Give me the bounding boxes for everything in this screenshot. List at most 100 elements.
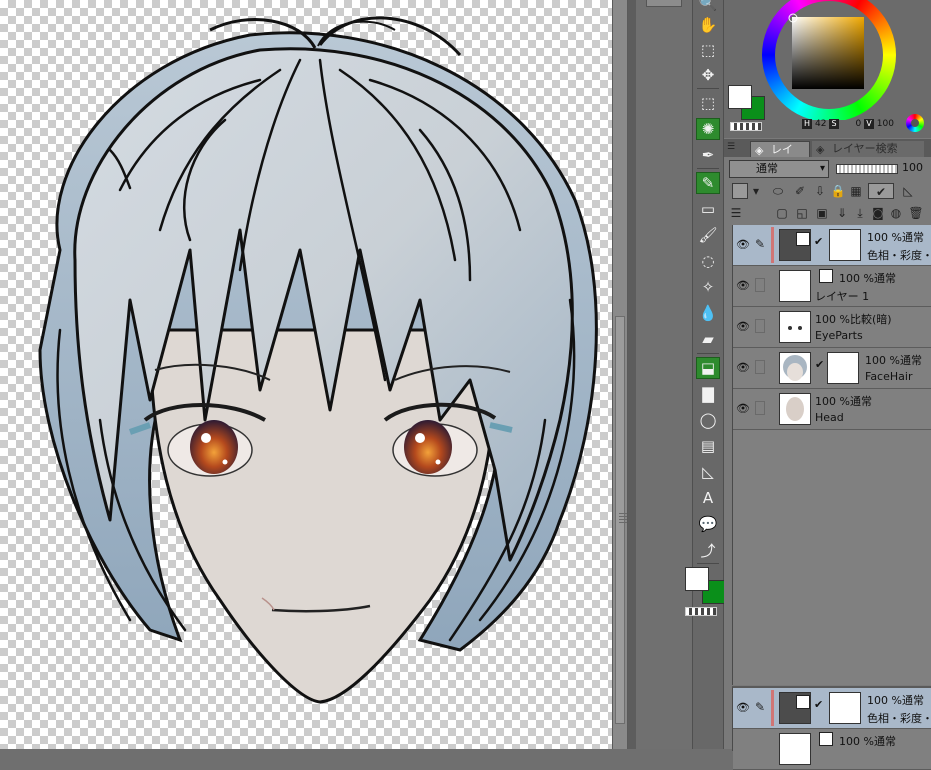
opacity-slider[interactable] (836, 164, 898, 174)
layer-row-hue-saturation-secondary[interactable]: 👁 ✎ ✔ 100 %通常 色相・彩度・明 (733, 688, 931, 729)
apply-mask-icon[interactable]: ◍ (888, 205, 904, 221)
reference-icon[interactable]: ⬭ (770, 183, 786, 199)
new-raster-layer-icon[interactable]: ▢ (774, 205, 790, 221)
eye-icon[interactable]: 👁 (736, 361, 750, 374)
layer-name: EyeParts (815, 329, 863, 342)
layer-name: 色相・彩度・明 (867, 712, 931, 725)
layer-command-row: ☰ ▢ ◱ ▣ ⇓ ⤓ ◙ ◍ 🗑 (724, 202, 931, 224)
v-value[interactable]: 100 (877, 119, 894, 129)
gradient-icon[interactable]: ▇ (696, 383, 720, 405)
color-wheel[interactable] (762, 0, 896, 120)
mask-thumbnail[interactable] (827, 352, 859, 384)
blend-row: 通常 100 (724, 158, 931, 180)
layer-row-eyeparts[interactable]: 👁 100 %比較(暗) EyeParts (733, 307, 931, 348)
layer-list: 👁 ✎ ✔ 100 %通常 色相・彩度・明 👁 100 %通常 レイヤー 1 👁 (732, 225, 931, 685)
scroll-thumb[interactable] (615, 316, 627, 724)
layer-color-icon[interactable] (732, 183, 748, 199)
correction-badge-icon (796, 232, 810, 246)
eye-icon[interactable]: 👁 (736, 279, 750, 292)
fill-icon[interactable]: ⬓ (696, 357, 720, 379)
layer-mode: 100 %比較(暗) (815, 313, 892, 326)
correct-line-icon[interactable]: ⤴ (696, 539, 720, 561)
create-mask-icon[interactable]: ◙ (870, 205, 886, 221)
chevron-down-icon[interactable]: ▾ (748, 183, 764, 199)
main-color-swatch[interactable] (728, 85, 752, 109)
tool-palette-area (636, 0, 692, 749)
layer-stack-icon[interactable]: ☰ (728, 205, 744, 221)
opacity-value[interactable]: 100 (902, 161, 923, 174)
transparent-color-swatch[interactable] (685, 607, 717, 616)
layer-row-facehair[interactable]: 👁 ✔ 100 %通常 FaceHair (733, 348, 931, 389)
eye-icon[interactable]: 👁 (736, 402, 750, 415)
color-set-icon[interactable] (906, 114, 924, 132)
edit-target-cell[interactable] (755, 401, 765, 415)
tab-layer-search[interactable]: ◈ レイヤー検索 (812, 141, 924, 157)
brush-icon[interactable]: 🖌 (696, 224, 720, 246)
text-icon[interactable]: A (696, 487, 720, 509)
tool-column: 🔍 ✋ ⬚ ✥ ⬚ ✺ ✒ ✎ ▭ 🖌 ◌ ✧ 💧 ▰ ⬓ ▇ ◯ ▤ ◺ A … (685, 0, 726, 749)
panel-divider[interactable] (628, 0, 636, 749)
new-folder-icon[interactable]: ▣ (814, 205, 830, 221)
layer-row-secondary[interactable]: 100 %通常 (733, 729, 931, 770)
figure-icon[interactable]: ◯ (696, 409, 720, 431)
mask-thumbnail[interactable] (829, 692, 861, 724)
mask-enable-icon[interactable]: ✔ (868, 183, 894, 199)
move-icon[interactable]: ✥ (696, 64, 720, 86)
edit-target-cell[interactable] (755, 278, 765, 292)
tab-layer[interactable]: ◈ レイヤー (750, 141, 810, 172)
layers-icon: ◈ (755, 144, 764, 157)
s-value[interactable]: 0 (856, 119, 862, 129)
transparent-color-swatch[interactable] (730, 122, 762, 131)
combine-down-icon[interactable]: ⤓ (852, 205, 868, 221)
canvas[interactable] (0, 0, 612, 749)
edit-target-icon: ✎ (755, 237, 766, 251)
layer-name: 色相・彩度・明 (867, 249, 931, 262)
separator (697, 353, 719, 354)
edit-target-cell[interactable] (755, 319, 765, 333)
eye-icon[interactable]: 👁 (736, 238, 750, 251)
canvas-vertical-scrollbar[interactable] (612, 0, 628, 749)
edit-target-cell[interactable] (755, 360, 765, 374)
layer-row-head[interactable]: 👁 100 %通常 Head (733, 389, 931, 430)
layer-mode: 100 %通常 (867, 694, 924, 707)
lock-transparency-icon[interactable]: ▦ (848, 183, 864, 199)
correction-badge-icon (796, 695, 810, 709)
lock-icon[interactable]: 🔒 (830, 183, 846, 199)
layer-color-stripe (771, 690, 774, 726)
eye-icon[interactable]: 👁 (736, 320, 750, 333)
layer-color-stripe (771, 227, 774, 263)
decoration-icon[interactable]: ✧ (696, 276, 720, 298)
selection-icon[interactable]: ⬚ (696, 92, 720, 114)
main-color-swatch[interactable] (685, 567, 709, 591)
transfer-down-icon[interactable]: ⇓ (834, 205, 850, 221)
panel-menu-icon[interactable]: ☰ (727, 142, 737, 152)
palette-tab[interactable] (646, 0, 682, 7)
frame-border-icon[interactable]: ▤ (696, 435, 720, 457)
delete-layer-icon[interactable]: 🗑 (908, 205, 924, 221)
eye-icon[interactable]: 👁 (736, 701, 750, 714)
blend-icon[interactable]: 💧 (696, 302, 720, 324)
hand-icon[interactable]: ✋ (696, 14, 720, 36)
layer-name: レイヤー 1 (815, 290, 870, 303)
h-value[interactable]: 42 (815, 119, 826, 129)
clip-icon[interactable]: ⇩ (812, 183, 828, 199)
ruler-icon[interactable]: ◺ (696, 461, 720, 483)
pen-icon[interactable]: ✎ (696, 172, 720, 194)
eyedropper-icon[interactable]: ✒ (696, 144, 720, 166)
layer-row-hue-saturation[interactable]: 👁 ✎ ✔ 100 %通常 色相・彩度・明 (733, 225, 931, 266)
object-icon[interactable]: ⬚ (696, 39, 720, 61)
zoom-icon[interactable]: 🔍 (696, 0, 720, 14)
auto-select-icon[interactable]: ✺ (696, 118, 720, 140)
blend-mode-select[interactable]: 通常 (729, 160, 829, 178)
layer-mode: 100 %通常 (815, 395, 872, 408)
eraser-alt-icon[interactable]: ▰ (696, 328, 720, 350)
balloon-icon[interactable]: 💬 (696, 513, 720, 535)
airbrush-icon[interactable]: ◌ (696, 250, 720, 272)
new-vector-layer-icon[interactable]: ◱ (794, 205, 810, 221)
eraser-icon[interactable]: ▭ (696, 198, 720, 220)
draft-icon[interactable]: ✐ (792, 183, 808, 199)
layer-row-layer-1[interactable]: 👁 100 %通常 レイヤー 1 (733, 266, 931, 307)
mask-thumbnail[interactable] (829, 229, 861, 261)
layer-mode: 100 %通常 (865, 354, 922, 367)
ruler-range-icon[interactable]: ◺ (900, 183, 916, 199)
